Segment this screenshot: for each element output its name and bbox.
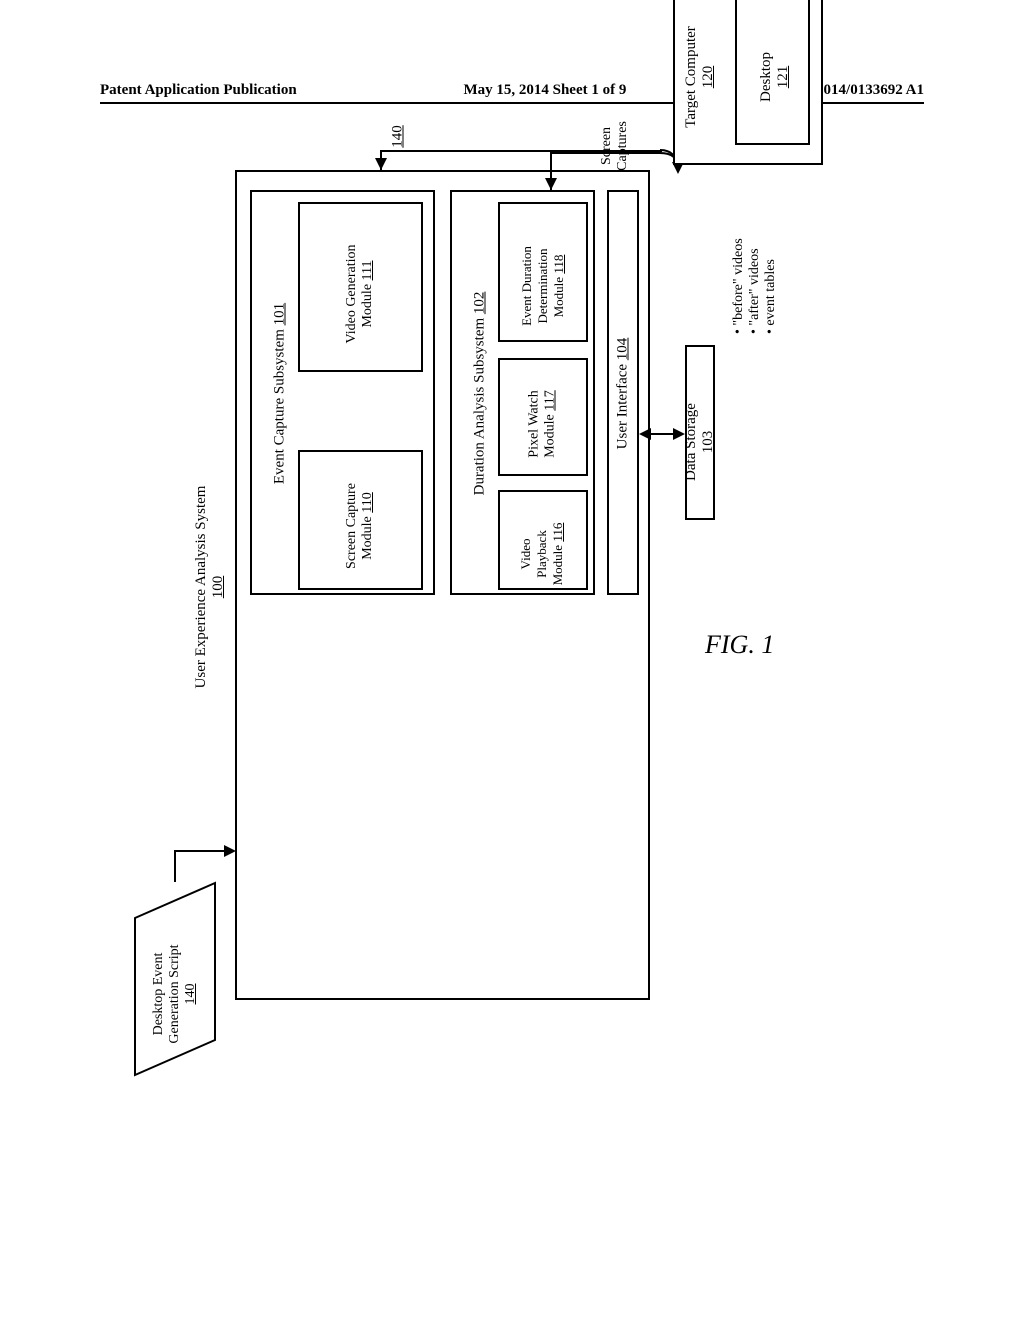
- script-label: Desktop Event Generation Script 140: [151, 909, 199, 1079]
- target-label: Target Computer 120: [683, 0, 717, 157]
- page: Patent Application Publication May 15, 2…: [0, 0, 1024, 1320]
- conn-label: 140: [390, 117, 407, 157]
- system-title: User Experience Analysis System 100: [193, 457, 227, 717]
- duration-subsys-label: Duration Analysis Subsystem 102: [472, 254, 489, 534]
- ui-label: User Interface 104: [615, 319, 632, 469]
- event-duration-label: Event Duration Determination Module 118: [519, 221, 567, 351]
- storage-items: • "before" videos • "after" videos • eve…: [731, 194, 779, 334]
- diagram: User Experience Analysis System 100 Desk…: [130, 140, 890, 1220]
- data-storage-label: Data Storage 103: [683, 372, 717, 512]
- screen-capture-label: Screen Capture Module 110: [344, 456, 376, 596]
- header-left: Patent Application Publication: [100, 82, 297, 99]
- event-capture-label: Event Capture Subsystem 101: [272, 279, 289, 509]
- figure-label: FIG. 1: [705, 630, 774, 660]
- video-gen-label: Video Generation Module 111: [344, 214, 376, 374]
- screen-captures-label: Screen Captures: [599, 101, 631, 191]
- pixel-watch-label: Pixel Watch Module 117: [527, 367, 559, 482]
- video-playback-label: Video Playback Module 116: [518, 504, 566, 604]
- desktop-label: Desktop 121: [758, 32, 792, 122]
- header-center: May 15, 2014 Sheet 1 of 9: [463, 82, 626, 99]
